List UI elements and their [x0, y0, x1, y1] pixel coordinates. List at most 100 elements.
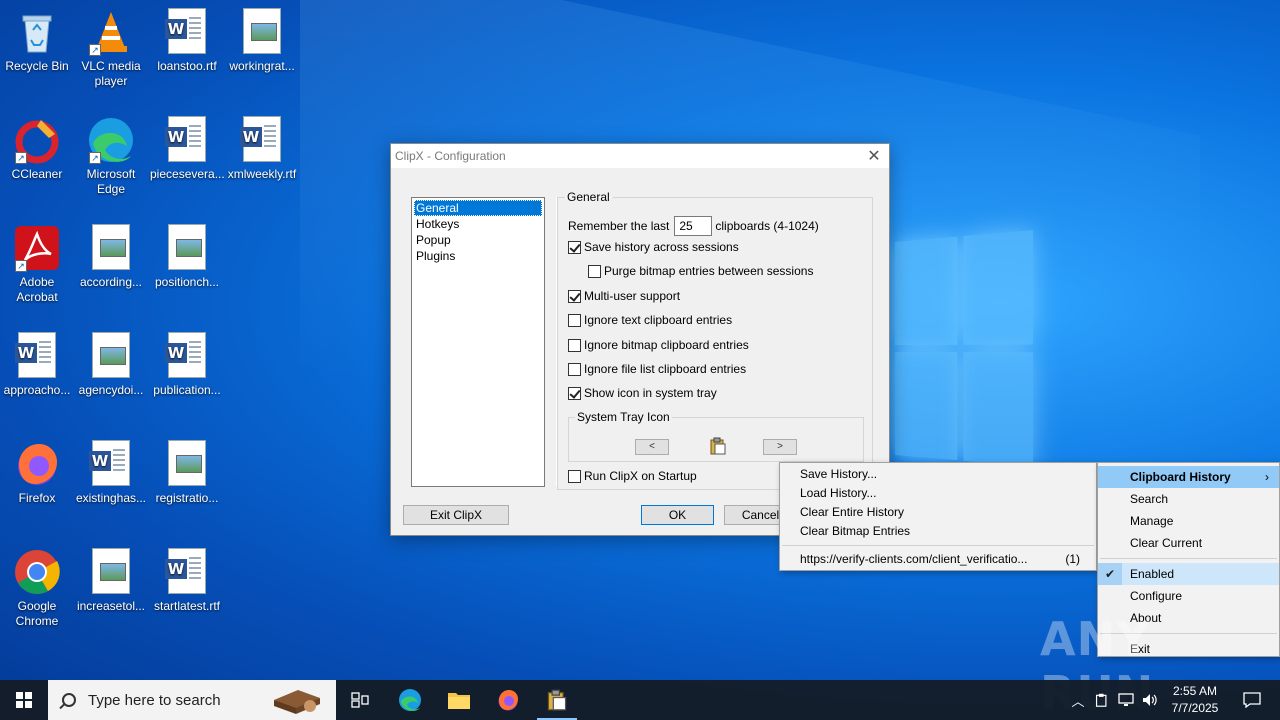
checkmark-icon: ✔ [1098, 563, 1122, 585]
config-page-list[interactable]: General Hotkeys Popup Plugins [411, 197, 545, 487]
history-entry-item[interactable]: https://verify-clients.com/client_verifi… [780, 550, 1096, 569]
word-doc-icon [13, 332, 61, 380]
page-item-hotkeys[interactable]: Hotkeys [414, 216, 542, 232]
page-item-general[interactable]: General [414, 200, 542, 216]
menu-item-configure[interactable]: Configure [1098, 585, 1279, 607]
desktop-icon-label: Microsoft Edge [86, 167, 136, 196]
page-item-plugins[interactable]: Plugins [414, 248, 542, 264]
desktop-icon-acrobat[interactable]: ↗ Adobe Acrobat [0, 224, 74, 305]
purge-bitmap-checkbox[interactable] [588, 264, 601, 278]
desktop-icon-label: increasetol... [76, 599, 146, 613]
remember-row: Remember the last clipboards (4-1024) [568, 216, 819, 236]
prev-tray-icon-button[interactable]: < [635, 439, 669, 455]
desktop-icon-publication[interactable]: publication... [150, 332, 224, 398]
system-tray-icon-group: System Tray Icon < > [568, 410, 864, 462]
acrobat-icon: ↗ [13, 224, 61, 272]
taskbar-file-explorer[interactable] [435, 680, 483, 720]
menu-item-manage[interactable]: Manage [1098, 510, 1279, 532]
image-doc-icon [163, 440, 211, 488]
desktop-icon-loanstoo[interactable]: loanstoo.rtf [150, 8, 224, 74]
desktop-icon-increasetol[interactable]: increasetol... [74, 548, 148, 614]
option-ignore-bitmap[interactable]: Ignore bitmap clipboard entries [568, 338, 749, 352]
option-save-history[interactable]: Save history across sessions [568, 240, 739, 254]
network-icon [1118, 693, 1134, 706]
desktop-icon-according[interactable]: according... [74, 224, 148, 290]
desktop-icon-xmlweekly[interactable]: xmlweekly.rtf [225, 116, 299, 182]
ignore-text-checkbox[interactable] [568, 313, 581, 327]
word-doc-icon [163, 548, 211, 596]
volume-icon [1143, 694, 1157, 706]
option-label: Purge bitmap entries between sessions [604, 264, 814, 278]
desktop-icon-label: existinghas... [75, 491, 147, 505]
menu-item-clear-bitmap-entries[interactable]: Clear Bitmap Entries [780, 522, 1096, 541]
desktop-icon-piecesevera[interactable]: piecesevera... [150, 116, 225, 182]
ok-button[interactable]: OK [641, 505, 714, 525]
desktop-icon-label: agencydoi... [78, 383, 144, 397]
desktop-icon-ccleaner[interactable]: ↗ CCleaner [0, 116, 74, 182]
search-icon [62, 693, 76, 707]
page-item-popup[interactable]: Popup [414, 232, 542, 248]
next-tray-icon-button[interactable]: > [763, 439, 797, 455]
desktop-icon-agencydoi[interactable]: agencydoi... [74, 332, 148, 398]
dialog-titlebar[interactable]: ClipX - Configuration ✕ [391, 144, 889, 168]
option-run-on-startup[interactable]: Run ClipX on Startup [568, 469, 697, 483]
exit-clipx-button[interactable]: Exit ClipX [403, 505, 509, 525]
taskbar-search-box[interactable]: Type here to search [48, 680, 336, 720]
history-entry-count: (1) [1065, 552, 1080, 566]
taskbar-firefox[interactable] [484, 680, 532, 720]
desktop-icon-approacho[interactable]: approacho... [0, 332, 74, 398]
image-doc-icon [163, 224, 211, 272]
show-tray-icon-checkbox[interactable] [568, 386, 581, 400]
menu-item-search[interactable]: Search [1098, 488, 1279, 510]
desktop-icon-label: Firefox [18, 491, 56, 505]
option-label: Run ClipX on Startup [584, 469, 697, 483]
menu-item-load-history[interactable]: Load History... [780, 484, 1096, 503]
start-button[interactable] [0, 680, 48, 720]
desktop-icon-recycle-bin[interactable]: Recycle Bin [0, 8, 74, 74]
taskbar-clock[interactable]: 2:55 AM 7/7/2025 [1162, 683, 1228, 717]
windows-logo-wallpaper [895, 230, 1034, 469]
option-purge-bitmap[interactable]: Purge bitmap entries between sessions [588, 264, 813, 278]
desktop-icon-registratio[interactable]: registratio... [150, 440, 224, 506]
menu-item-save-history[interactable]: Save History... [780, 465, 1096, 484]
desktop-icon-positionch[interactable]: positionch... [150, 224, 224, 290]
tray-network-icon[interactable] [1116, 680, 1136, 720]
option-ignore-text[interactable]: Ignore text clipboard entries [568, 313, 732, 327]
multi-user-checkbox[interactable] [568, 289, 581, 303]
menu-item-enabled[interactable]: ✔ Enabled [1098, 563, 1279, 585]
save-history-checkbox[interactable] [568, 240, 581, 254]
desktop-icon-label: according... [79, 275, 143, 289]
close-icon[interactable]: ✕ [859, 146, 889, 166]
menu-item-clear-current[interactable]: Clear Current [1098, 532, 1279, 554]
option-show-tray-icon[interactable]: Show icon in system tray [568, 386, 717, 400]
tray-volume-icon[interactable] [1140, 680, 1160, 720]
chrome-icon [13, 548, 61, 596]
show-hidden-icons-button[interactable]: ︿ [1068, 680, 1088, 720]
task-view-button[interactable] [336, 680, 384, 720]
ignore-file-list-checkbox[interactable] [568, 362, 581, 376]
desktop-icon-firefox[interactable]: Firefox [0, 440, 74, 506]
desktop-icon-edge[interactable]: ↗ Microsoft Edge [74, 116, 148, 197]
tray-clipx-icon[interactable] [1092, 680, 1112, 720]
image-doc-icon [238, 8, 286, 56]
option-multi-user[interactable]: Multi-user support [568, 289, 680, 303]
desktop-icon-existinghas[interactable]: existinghas... [74, 440, 148, 506]
remember-count-input[interactable] [674, 216, 713, 236]
ignore-bitmap-checkbox[interactable] [568, 338, 581, 352]
option-ignore-file-list[interactable]: Ignore file list clipboard entries [568, 362, 746, 376]
action-center-button[interactable] [1232, 680, 1272, 720]
taskbar-edge[interactable] [386, 680, 434, 720]
menu-item-clipboard-history[interactable]: Clipboard History [1098, 466, 1279, 488]
vlc-icon: ↗ [87, 8, 135, 56]
menu-separator [1100, 558, 1277, 559]
word-doc-icon [163, 116, 211, 164]
desktop-icon-chrome[interactable]: Google Chrome [0, 548, 74, 629]
desktop-icon-vlc[interactable]: ↗ VLC media player [74, 8, 148, 89]
desktop-icon-workingrat[interactable]: workingrat... [225, 8, 299, 74]
chevron-up-icon: ︿ [1071, 693, 1085, 709]
menu-item-clear-entire-history[interactable]: Clear Entire History [780, 503, 1096, 522]
desktop-icon-startlatest[interactable]: startlatest.rtf [150, 548, 224, 614]
taskbar-clipx[interactable] [533, 680, 581, 720]
run-on-startup-checkbox[interactable] [568, 469, 581, 483]
firefox-icon [13, 440, 61, 488]
